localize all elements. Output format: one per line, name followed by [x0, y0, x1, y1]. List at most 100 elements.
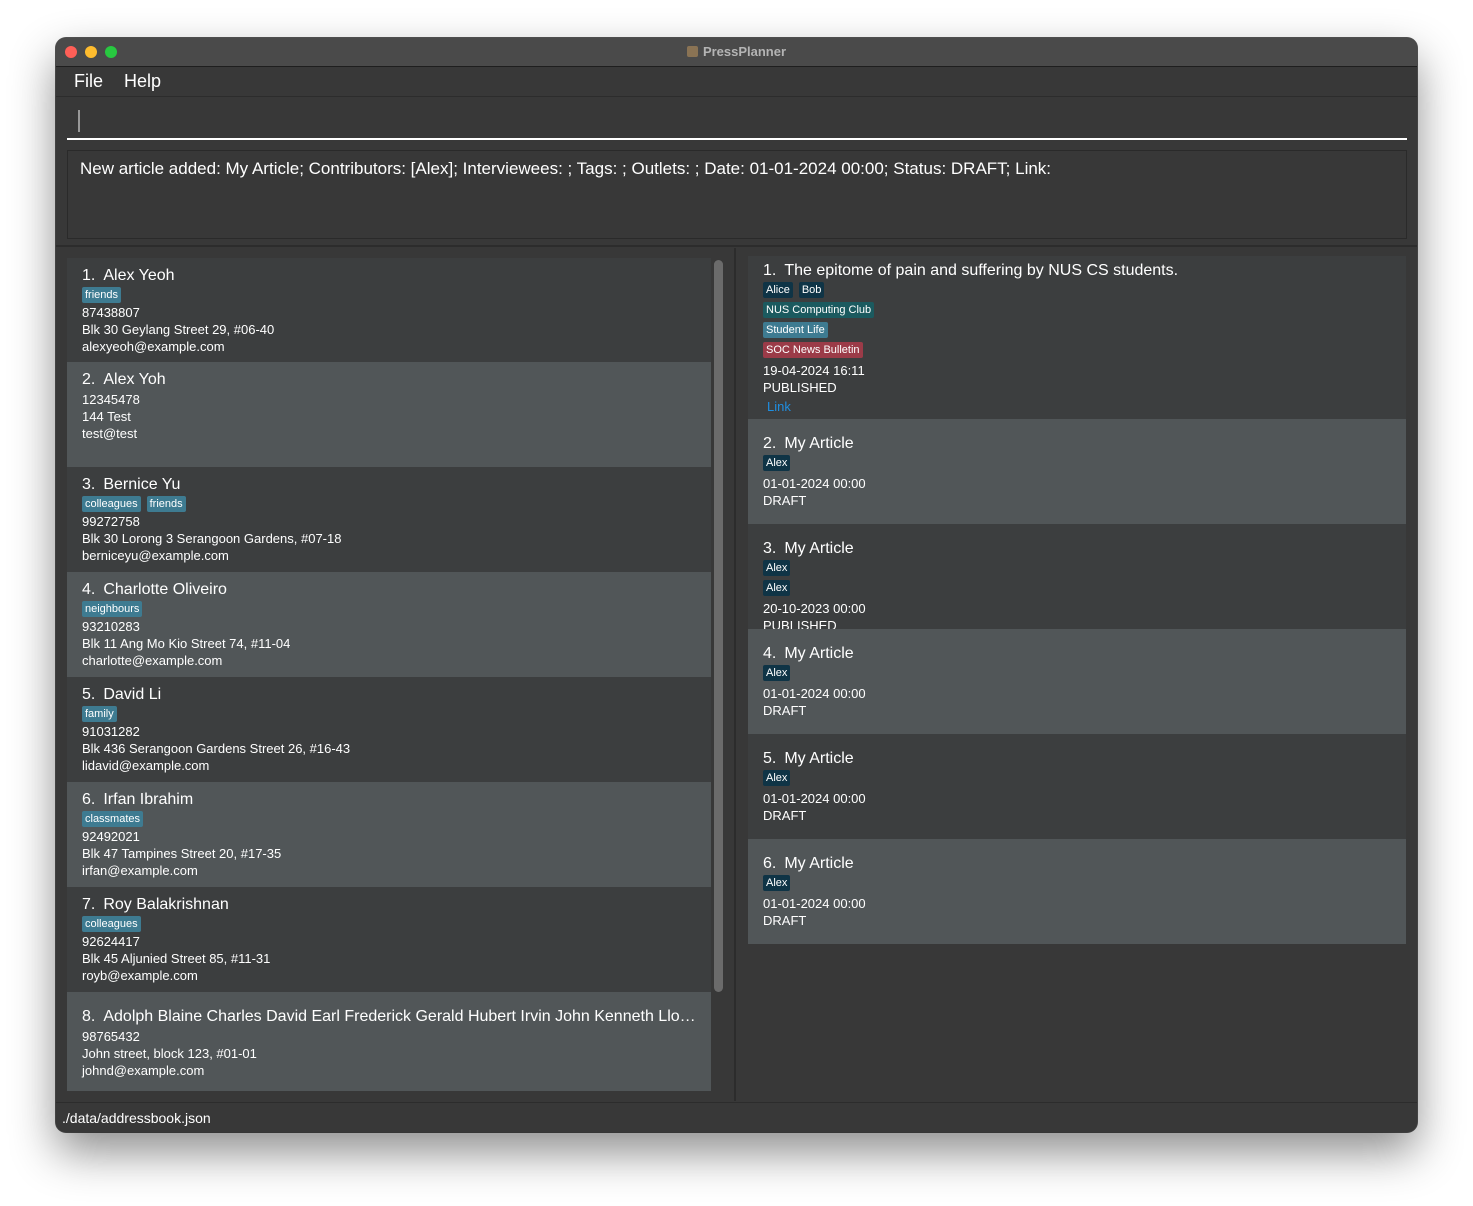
person-index: 6. — [82, 791, 96, 808]
window-title: PressPlanner — [56, 44, 1417, 59]
person-card[interactable]: 7. Roy Balakrishnan colleagues 92624417 Blk … — [67, 887, 711, 992]
person-address: Blk 30 Geylang Street 29, #06-40 — [82, 322, 275, 337]
article-date: 20-10-2023 00:00 — [763, 601, 866, 616]
menu-file[interactable]: File — [74, 71, 103, 92]
article-tag-row: Alex — [763, 455, 1391, 471]
tag-badge-person: Bob — [798, 282, 825, 298]
person-index: 7. — [82, 896, 96, 913]
article-tag-row: Student Life — [763, 322, 1391, 338]
person-phone: 93210283 — [82, 619, 140, 634]
article-card[interactable]: 3. My Article Alex Alex 20-10-2023 00:00 PUBL… — [748, 524, 1406, 633]
person-card[interactable]: 1. Alex Yeoh friends 87438807 Blk 30 Geylang… — [67, 258, 711, 362]
person-card[interactable]: 6. Irfan Ibrahim classmates 92492021 Blk 47 … — [67, 782, 711, 887]
article-title-text: My Article — [784, 540, 854, 557]
article-card[interactable]: 6. My Article Alex 01-01-2024 00:00 DRAFT — [748, 839, 1406, 944]
article-title-text: My Article — [784, 855, 854, 872]
person-phone: 91031282 — [82, 724, 140, 739]
person-index: 5. — [82, 686, 96, 703]
person-email: test@test — [82, 426, 138, 441]
article-card[interactable]: 2. My Article Alex 01-01-2024 00:00 DRAFT — [748, 419, 1406, 524]
article-date: 19-04-2024 16:11 — [763, 363, 865, 378]
person-email: lidavid@example.com — [82, 758, 210, 773]
person-phone: 99272758 — [82, 514, 140, 529]
person-address: Blk 436 Serangoon Gardens Street 26, #16… — [82, 741, 351, 756]
app-icon — [686, 46, 698, 57]
article-index: 2. — [763, 435, 777, 452]
article-list[interactable]: 1. The epitome of pain and suffering by N… — [738, 248, 1417, 1101]
article-card[interactable]: 4. My Article Alex 01-01-2024 00:00 DRAFT — [748, 629, 1406, 734]
person-name: 4. Charlotte Oliveiro — [82, 581, 696, 599]
person-name: 2. Alex Yoh — [82, 371, 696, 389]
article-status: DRAFT — [763, 493, 807, 508]
article-status: DRAFT — [763, 808, 807, 823]
person-phone: 87438807 — [82, 305, 140, 320]
person-name: 6. Irfan Ibrahim — [82, 791, 696, 809]
person-card[interactable]: 8. Adolph Blaine Charles David Earl Frede… — [67, 992, 711, 1091]
article-date: 01-01-2024 00:00 — [763, 896, 866, 911]
article-tag-row: Alex — [763, 770, 1391, 786]
article-date: 01-01-2024 00:00 — [763, 791, 866, 806]
person-name-text: Alex Yoh — [103, 371, 166, 388]
person-email: johnd@example.com — [82, 1063, 205, 1078]
menu-help[interactable]: Help — [124, 71, 161, 92]
person-tags: colleagues friends — [82, 496, 696, 512]
tag-badge-outlet-red: SOC News Bulletin — [763, 342, 863, 358]
person-address: Blk 30 Lorong 3 Serangoon Gardens, #07-1… — [82, 531, 342, 546]
article-link[interactable]: Link — [767, 399, 1391, 414]
article-status: DRAFT — [763, 703, 807, 718]
person-tags: colleagues — [82, 916, 696, 932]
person-list[interactable]: 1. Alex Yeoh friends 87438807 Blk 30 Geylang… — [56, 248, 736, 1101]
person-email: alexyeoh@example.com — [82, 339, 225, 354]
command-input[interactable] — [67, 100, 1407, 140]
person-email: berniceyu@example.com — [82, 548, 229, 563]
article-title-text: My Article — [784, 750, 854, 767]
tag-badge-person: Alex — [763, 560, 791, 576]
article-tag-row: Alice Bob — [763, 282, 1391, 298]
article-title: 4. My Article — [763, 645, 1391, 663]
person-address: John street, block 123, #01-01 — [82, 1046, 257, 1061]
person-card[interactable]: 4. Charlotte Oliveiro neighbours 93210283 Bl… — [67, 572, 711, 677]
tag-badge-article-tag: Student Life — [763, 322, 828, 338]
window-title-text: PressPlanner — [702, 44, 787, 59]
person-email: irfan@example.com — [82, 863, 198, 878]
person-tags: neighbours — [82, 601, 696, 617]
result-display: New article added: My Article; Contribut… — [67, 150, 1407, 239]
person-address: Blk 47 Tampines Street 20, #17-35 — [82, 846, 282, 861]
tag-badge-person: Alice — [763, 282, 793, 298]
article-title: 6. My Article — [763, 855, 1391, 873]
article-tag-row: Alex — [763, 560, 1391, 576]
person-address: Blk 45 Aljunied Street 85, #11-31 — [82, 951, 271, 966]
article-tag-row: NUS Computing Club — [763, 302, 1391, 318]
person-index: 8. — [82, 1008, 96, 1025]
person-name-text: Adolph Blaine Charles David Earl Frederi… — [103, 1008, 696, 1025]
person-phone: 98765432 — [82, 1029, 140, 1044]
article-tag-row: Alex — [763, 580, 1391, 596]
article-index: 1. — [763, 262, 777, 279]
save-path: ./data/addressbook.json — [62, 1110, 211, 1126]
tag-badge: friends — [82, 287, 122, 303]
article-card[interactable]: 5. My Article Alex 01-01-2024 00:00 DRAFT — [748, 734, 1406, 839]
person-card[interactable]: 5. David Li family 91031282 Blk 436 Serangoo… — [67, 677, 711, 782]
article-tag-row: SOC News Bulletin — [763, 342, 1391, 358]
status-bar: ./data/addressbook.json — [56, 1102, 1417, 1132]
person-tags: friends — [82, 287, 696, 303]
person-name-text: Irfan Ibrahim — [103, 791, 194, 808]
person-card[interactable]: 2. Alex Yoh 12345478 144 Test test@test — [67, 362, 711, 467]
person-address: 144 Test — [82, 409, 131, 424]
person-name-text: Alex Yeoh — [103, 267, 175, 284]
person-phone: 92624417 — [82, 934, 140, 949]
person-phone: 12345478 — [82, 392, 140, 407]
person-phone: 92492021 — [82, 829, 140, 844]
person-tags: classmates — [82, 811, 696, 827]
tag-badge-person: Alex — [763, 580, 791, 596]
article-card[interactable]: 1. The epitome of pain and suffering by N… — [748, 256, 1406, 419]
person-index: 4. — [82, 581, 96, 598]
tag-badge: family — [82, 706, 117, 722]
person-name: 5. David Li — [82, 686, 696, 704]
person-name-text: Bernice Yu — [103, 476, 181, 493]
person-card[interactable]: 3. Bernice Yu colleagues friends 99272758 Blk… — [67, 467, 711, 572]
tag-badge-person: Alex — [763, 455, 791, 471]
person-list-scrollbar[interactable] — [714, 260, 723, 992]
menu-bar: File Help — [56, 67, 1417, 97]
article-date: 01-01-2024 00:00 — [763, 476, 866, 491]
